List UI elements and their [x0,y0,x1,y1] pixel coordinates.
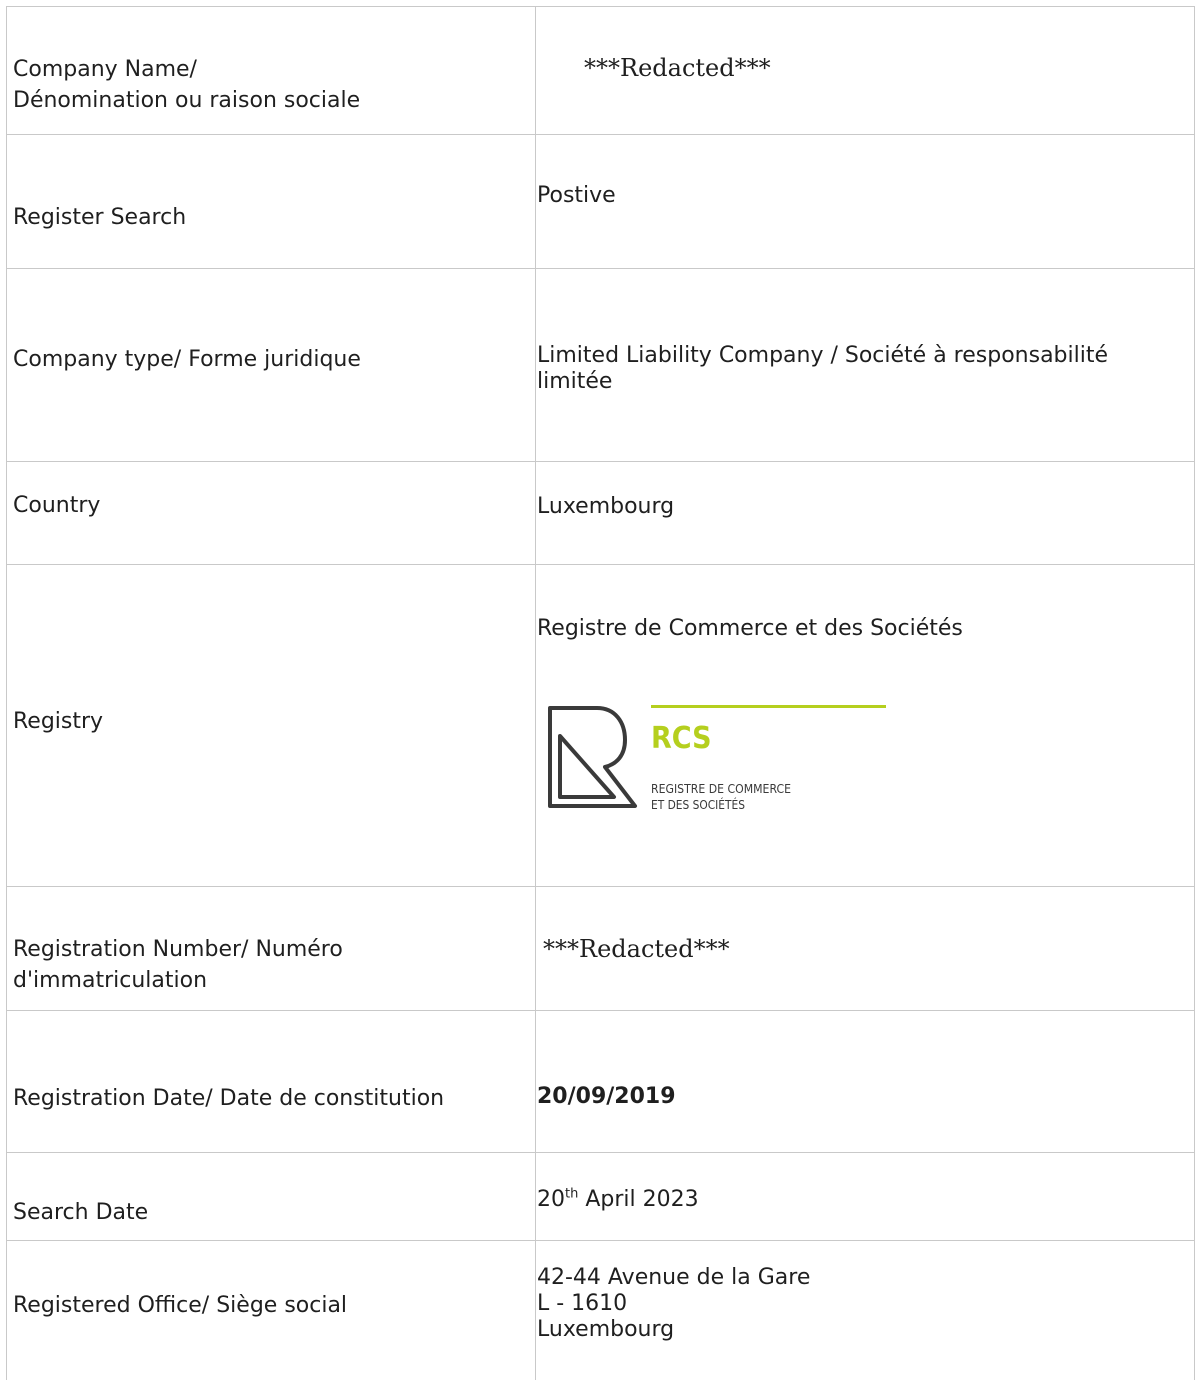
label-registered-office: Registered Office/ Siège social [13,1293,348,1318]
value-registry: Registre de Commerce et des Sociétés [537,616,963,641]
label-registration-number: Registration Number/ Numéro d'immatricul… [13,937,343,993]
row-company-type: Company type/ Forme juridique Limited Li… [6,268,1195,461]
search-date-day: 20 [537,1187,565,1212]
rcs-title: RCS [651,721,712,756]
value-registered-office: 42-44 Avenue de la Gare L - 1610 Luxembo… [537,1265,1177,1343]
row-registered-office: Registered Office/ Siège social 42-44 Av… [6,1240,1195,1380]
row-registration-number: Registration Number/ Numéro d'immatricul… [6,886,1195,1010]
label-registration-date: Registration Date/ Date de constitution [13,1086,445,1111]
company-info-table: Company Name/ Dénomination ou raison soc… [6,6,1195,1380]
rcs-accent-bar [651,705,886,708]
search-date-rest: April 2023 [578,1187,699,1212]
label-company-name-line2: Dénomination ou raison sociale [13,88,361,113]
label-company-type: Company type/ Forme juridique [13,347,361,372]
office-line-2: L - 1610 [537,1291,628,1316]
label-company-name: Company Name/ Dénomination ou raison soc… [13,54,513,116]
search-date-suffix: th [565,1186,579,1202]
office-line-1: 42-44 Avenue de la Gare [537,1265,811,1290]
value-register-search: Postive [537,183,616,208]
row-registration-date: Registration Date/ Date de constitution … [6,1010,1195,1152]
rcs-mark-icon [548,706,637,808]
value-company-name: ***Redacted*** [584,54,771,82]
rcs-logo: RCS REGISTRE DE COMMERCE ET DES SOCIÉTÉS [548,705,886,812]
row-register-search: Register Search Postive [6,134,1195,268]
row-search-date: Search Date 20th April 2023 [6,1152,1195,1240]
value-country: Luxembourg [537,494,675,519]
label-company-name-line1: Company Name/ [13,57,197,82]
value-registration-number: ***Redacted*** [543,935,730,963]
label-registry: Registry [13,709,104,734]
value-registration-date: 20/09/2019 [537,1084,676,1109]
row-company-name: Company Name/ Dénomination ou raison soc… [6,6,1195,134]
label-register-search: Register Search [13,205,187,230]
label-search-date: Search Date [13,1200,149,1225]
office-line-3: Luxembourg [537,1317,675,1342]
rcs-subtitle-line1: REGISTRE DE COMMERCE [651,782,791,796]
label-country: Country [13,493,101,518]
value-search-date: 20th April 2023 [537,1187,1177,1213]
row-country: Country Luxembourg [6,461,1195,564]
rcs-subtitle-line2: ET DES SOCIÉTÉS [651,797,745,812]
value-company-type: Limited Liability Company / Société à re… [537,343,1109,394]
